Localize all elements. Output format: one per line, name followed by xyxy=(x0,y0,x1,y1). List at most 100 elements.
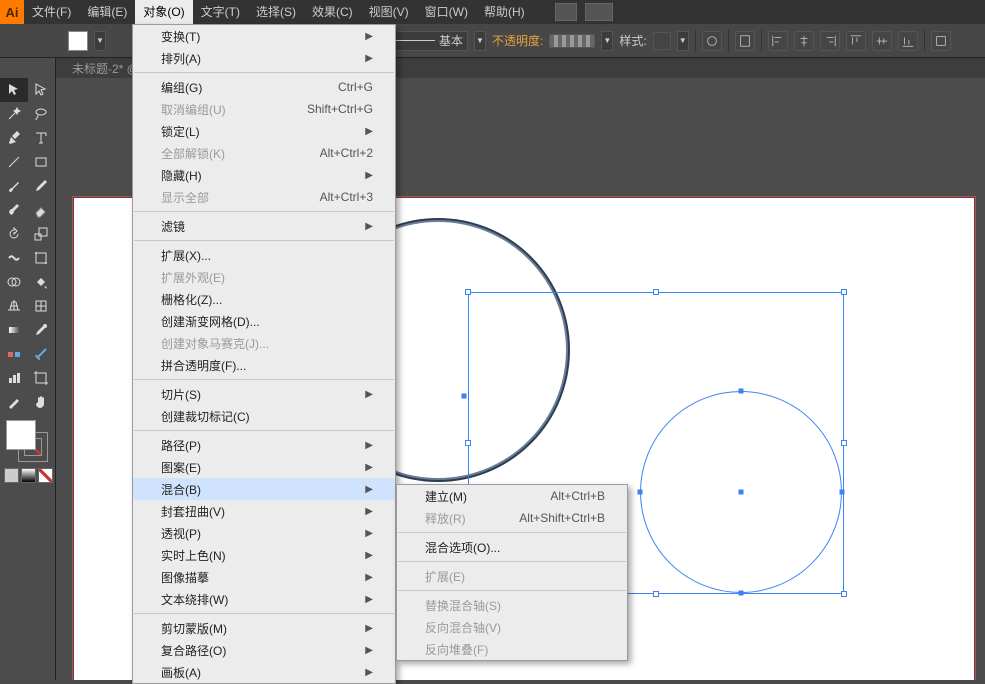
object-menu-item[interactable]: 切片(S)▶ xyxy=(133,383,395,405)
bbox-handle[interactable] xyxy=(841,591,847,597)
bbox-handle[interactable] xyxy=(465,289,471,295)
column-graph-tool[interactable] xyxy=(0,366,28,390)
object-menu-item[interactable]: 透视(P)▶ xyxy=(133,522,395,544)
eyedropper-tool[interactable] xyxy=(28,318,56,342)
object-menu-item[interactable]: 图案(E)▶ xyxy=(133,456,395,478)
style-dropdown[interactable]: ▼ xyxy=(677,31,689,51)
object-menu-item[interactable]: 实时上色(N)▶ xyxy=(133,544,395,566)
menu-edit[interactable]: 编辑(E) xyxy=(79,0,135,24)
menu-help[interactable]: 帮助(H) xyxy=(476,0,533,24)
free-transform-tool[interactable] xyxy=(28,246,56,270)
object-menu-item[interactable]: 编组(G)Ctrl+G xyxy=(133,76,395,98)
live-paint-tool[interactable] xyxy=(28,270,56,294)
menu-effect[interactable]: 效果(C) xyxy=(304,0,361,24)
opacity-field[interactable] xyxy=(549,34,595,48)
object-menu-item[interactable]: 路径(P)▶ xyxy=(133,434,395,456)
align-left-icon[interactable] xyxy=(768,31,788,51)
none-mode-icon[interactable] xyxy=(38,468,53,483)
menu-view[interactable]: 视图(V) xyxy=(361,0,417,24)
object-menu-item[interactable]: 文本绕排(W)▶ xyxy=(133,588,395,610)
object-menu-item[interactable]: 拼合透明度(F)... xyxy=(133,354,395,376)
blend-tool[interactable] xyxy=(0,342,28,366)
direct-selection-tool[interactable] xyxy=(28,78,56,102)
stroke-dropdown[interactable]: ▼ xyxy=(474,31,486,51)
menu-window[interactable]: 窗口(W) xyxy=(417,0,476,24)
blend-submenu-item: 反向堆叠(F) xyxy=(397,638,627,660)
magic-wand-tool[interactable] xyxy=(0,102,28,126)
stroke-style-chip[interactable]: 基本 xyxy=(388,31,468,51)
circle-anchor[interactable] xyxy=(739,591,744,596)
object-menu-item[interactable]: 变换(T)▶ xyxy=(133,25,395,47)
circle-anchor[interactable] xyxy=(840,490,845,495)
type-tool[interactable] xyxy=(28,126,56,150)
object-menu-item[interactable]: 创建渐变网格(D)... xyxy=(133,310,395,332)
lasso-tool[interactable] xyxy=(28,102,56,126)
paintbrush-tool[interactable] xyxy=(0,174,28,198)
line-tool[interactable] xyxy=(0,150,28,174)
arrange-docs-icon[interactable] xyxy=(585,3,613,21)
bbox-handle[interactable] xyxy=(653,591,659,597)
align-vcenter-icon[interactable] xyxy=(872,31,892,51)
transform-icon[interactable] xyxy=(931,31,951,51)
opacity-dropdown[interactable]: ▼ xyxy=(601,31,613,51)
object-menu-item[interactable]: 栅格化(Z)... xyxy=(133,288,395,310)
align-right-icon[interactable] xyxy=(820,31,840,51)
submenu-arrow-icon: ▶ xyxy=(365,506,373,517)
object-menu-item[interactable]: 隐藏(H)▶ xyxy=(133,164,395,186)
perspective-grid-tool[interactable] xyxy=(0,294,28,318)
rotate-tool[interactable] xyxy=(0,222,28,246)
slice-tool[interactable] xyxy=(0,390,28,414)
menu-select[interactable]: 选择(S) xyxy=(248,0,304,24)
menu-separator xyxy=(134,240,394,241)
object-menu-item[interactable]: 扩展(X)... xyxy=(133,244,395,266)
bridge-icon[interactable] xyxy=(555,3,577,21)
eraser-tool[interactable] xyxy=(28,198,56,222)
blob-brush-tool[interactable] xyxy=(0,198,28,222)
style-swatch[interactable] xyxy=(653,32,671,50)
bbox-handle[interactable] xyxy=(841,440,847,446)
gradient-mode-icon[interactable] xyxy=(21,468,36,483)
fill-stroke-control[interactable] xyxy=(6,420,50,464)
mesh-tool[interactable] xyxy=(28,294,56,318)
circle-anchor[interactable] xyxy=(739,389,744,394)
gradient-tool[interactable] xyxy=(0,318,28,342)
scale-tool[interactable] xyxy=(28,222,56,246)
object-menu-item[interactable]: 封套扭曲(V)▶ xyxy=(133,500,395,522)
object-menu-item[interactable]: 混合(B)▶ xyxy=(133,478,395,500)
object-menu-item[interactable]: 锁定(L)▶ xyxy=(133,120,395,142)
menu-object[interactable]: 对象(O) xyxy=(135,0,192,24)
object-menu-item[interactable]: 图像描摹▶ xyxy=(133,566,395,588)
blend-submenu-item[interactable]: 建立(M)Alt+Ctrl+B xyxy=(397,485,627,507)
blend-submenu-item[interactable]: 混合选项(O)... xyxy=(397,536,627,558)
pen-tool[interactable] xyxy=(0,126,28,150)
object-menu-item[interactable]: 滤镜▶ xyxy=(133,215,395,237)
fill-dropdown[interactable]: ▼ xyxy=(94,31,106,51)
align-top-icon[interactable] xyxy=(846,31,866,51)
symbol-sprayer-tool[interactable] xyxy=(28,342,56,366)
bbox-handle[interactable] xyxy=(465,440,471,446)
selection-tool[interactable] xyxy=(0,78,28,102)
object-menu-item[interactable]: 复合路径(O)▶ xyxy=(133,639,395,661)
shape-builder-tool[interactable] xyxy=(0,270,28,294)
rectangle-tool[interactable] xyxy=(28,150,56,174)
color-mode-icon[interactable] xyxy=(4,468,19,483)
object-menu-item[interactable]: 排列(A)▶ xyxy=(133,47,395,69)
artboard-tool[interactable] xyxy=(28,366,56,390)
fill-swatch[interactable] xyxy=(68,31,88,51)
menu-item-label: 路径(P) xyxy=(161,437,201,454)
object-menu-item[interactable]: 剪切蒙版(M)▶ xyxy=(133,617,395,639)
menu-separator xyxy=(398,561,626,562)
menu-file[interactable]: 文件(F) xyxy=(24,0,79,24)
align-hcenter-icon[interactable] xyxy=(794,31,814,51)
doc-setup-icon[interactable] xyxy=(735,31,755,51)
circle-anchor[interactable] xyxy=(638,490,643,495)
menu-type[interactable]: 文字(T) xyxy=(193,0,248,24)
hand-tool[interactable] xyxy=(28,390,56,414)
align-bottom-icon[interactable] xyxy=(898,31,918,51)
recolor-icon[interactable] xyxy=(702,31,722,51)
bbox-handle[interactable] xyxy=(841,289,847,295)
bbox-handle[interactable] xyxy=(653,289,659,295)
pencil-tool[interactable] xyxy=(28,174,56,198)
width-tool[interactable] xyxy=(0,246,28,270)
object-menu-item[interactable]: 创建裁切标记(C) xyxy=(133,405,395,427)
